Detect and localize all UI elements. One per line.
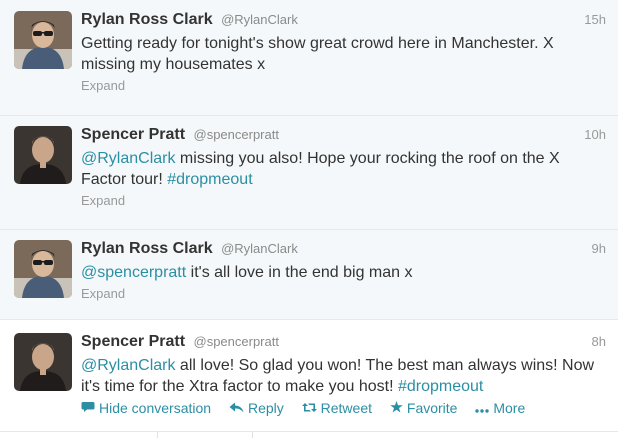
- tweet-item[interactable]: Spencer Pratt @spencerpratt 8h @RylanCla…: [0, 320, 618, 432]
- stats-divider: [252, 432, 253, 438]
- tweet-timestamp[interactable]: 15h: [584, 12, 606, 27]
- timeline: Rylan Ross Clark @RylanClark 15h Getting…: [0, 0, 618, 438]
- tweet-fullname[interactable]: Spencer Pratt: [81, 333, 185, 350]
- tweet-username[interactable]: @spencerpratt: [194, 334, 279, 349]
- speech-bubble-icon: [81, 400, 95, 416]
- tweet-username[interactable]: @spencerpratt: [194, 127, 279, 142]
- tweet-text: @spencerpratt it's all love in the end b…: [81, 262, 605, 283]
- retweet-button[interactable]: Retweet: [301, 400, 372, 416]
- favorite-label: Favorite: [406, 400, 458, 416]
- star-icon: [390, 400, 403, 416]
- tweet-fullname[interactable]: Rylan Ross Clark: [81, 11, 213, 28]
- mention-link[interactable]: @spencerpratt: [81, 264, 186, 281]
- stats-divider: [157, 432, 158, 438]
- expand-link[interactable]: Expand: [81, 193, 125, 208]
- stats-bar: [0, 432, 618, 438]
- avatar[interactable]: [14, 126, 72, 184]
- avatar[interactable]: [14, 11, 72, 69]
- avatar[interactable]: [14, 240, 72, 298]
- hashtag-link[interactable]: #dropmeout: [398, 378, 483, 395]
- more-button[interactable]: More: [475, 400, 525, 416]
- expand-link[interactable]: Expand: [81, 286, 125, 301]
- tweet-timestamp[interactable]: 9h: [592, 241, 606, 256]
- tweet-timestamp[interactable]: 10h: [584, 127, 606, 142]
- tweet-username[interactable]: @RylanClark: [221, 241, 298, 256]
- mention-link[interactable]: @RylanClark: [81, 357, 175, 374]
- tweet-text: @RylanClark all love! So glad you won! T…: [81, 355, 605, 397]
- tweet-text: @RylanClark missing you also! Hope your …: [81, 148, 605, 190]
- hide-conversation-button[interactable]: Hide conversation: [81, 400, 211, 416]
- favorite-button[interactable]: Favorite: [390, 400, 458, 416]
- tweet-username[interactable]: @RylanClark: [221, 12, 298, 27]
- more-dots-icon: [475, 400, 490, 416]
- retweet-icon: [301, 400, 317, 416]
- reply-button[interactable]: Reply: [229, 400, 284, 416]
- tweet-text: Getting ready for tonight's show great c…: [81, 33, 605, 75]
- retweet-label: Retweet: [320, 400, 372, 416]
- tweet-body: Getting ready for tonight's show great c…: [81, 35, 554, 73]
- hide-conversation-label: Hide conversation: [99, 400, 212, 416]
- tweet-fullname[interactable]: Rylan Ross Clark: [81, 240, 213, 257]
- more-label: More: [493, 400, 526, 416]
- expand-link[interactable]: Expand: [81, 78, 125, 93]
- tweet-item[interactable]: Rylan Ross Clark @RylanClark 9h @spencer…: [0, 230, 618, 320]
- tweet-timestamp[interactable]: 8h: [592, 334, 606, 349]
- reply-arrow-icon: [229, 400, 244, 416]
- tweet-body: it's all love in the end big man x: [186, 264, 413, 281]
- tweet-item[interactable]: Spencer Pratt @spencerpratt 10h @RylanCl…: [0, 116, 618, 230]
- tweet-fullname[interactable]: Spencer Pratt: [81, 126, 185, 143]
- mention-link[interactable]: @RylanClark: [81, 150, 175, 167]
- tweet-actions: Hide conversation Reply Retweet Favorite: [81, 400, 539, 416]
- hashtag-link[interactable]: #dropmeout: [167, 171, 252, 188]
- tweet-item[interactable]: Rylan Ross Clark @RylanClark 15h Getting…: [0, 0, 618, 116]
- avatar[interactable]: [14, 333, 72, 391]
- reply-label: Reply: [247, 400, 284, 416]
